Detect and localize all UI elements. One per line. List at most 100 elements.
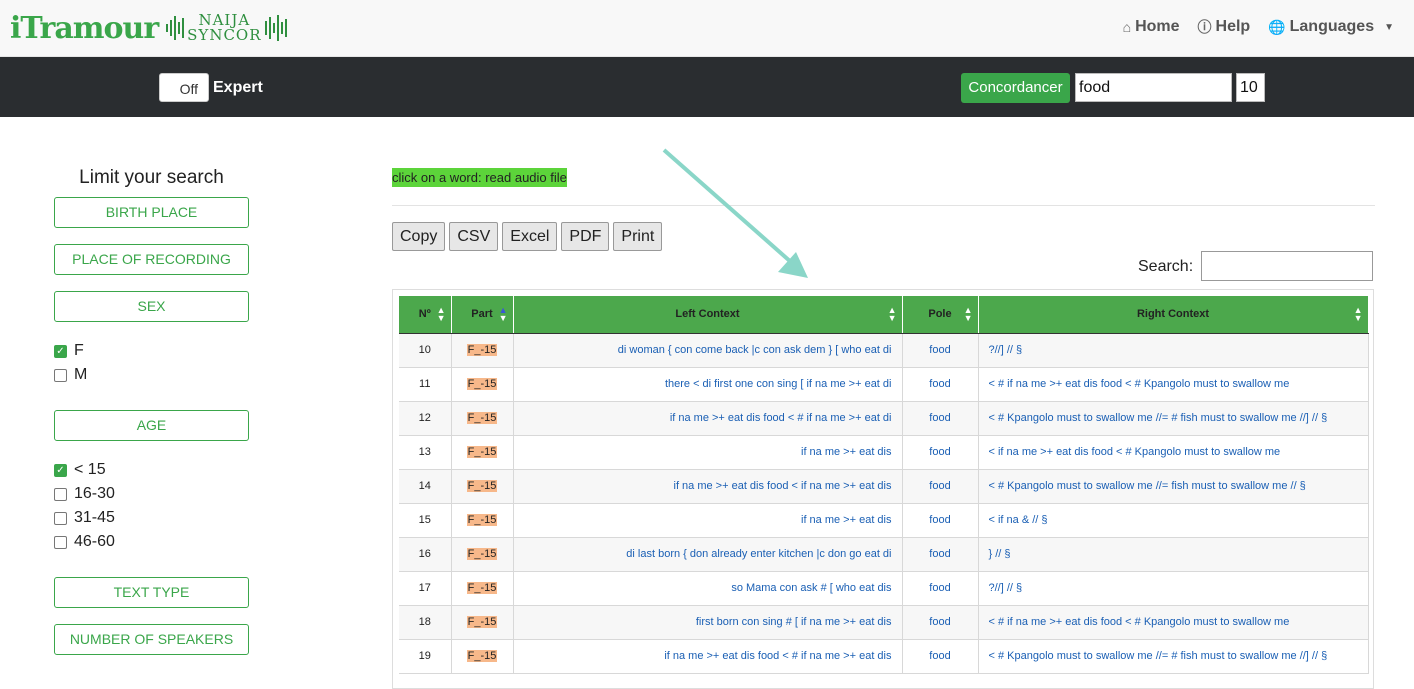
age-option-31-45[interactable]: 31-45 xyxy=(54,509,115,527)
column-header-number[interactable]: Nº ▲ ▼ xyxy=(399,296,452,334)
column-header-part[interactable]: Part ▲ ▼ xyxy=(451,296,514,334)
query-input[interactable]: food xyxy=(1075,73,1232,102)
sidebar-title: Limit your search xyxy=(79,167,224,188)
cell-left-context[interactable]: first born con sing # [ if na me >+ eat … xyxy=(513,605,903,640)
waveform-icon xyxy=(166,13,185,43)
checkbox-checked-icon[interactable]: ✓ xyxy=(54,463,67,477)
cell-left-context[interactable]: so Mama con ask # [ who eat dis xyxy=(513,571,903,606)
column-header-left-context[interactable]: Left Context ▲ ▼ xyxy=(513,296,903,334)
part-highlight[interactable]: F_-15 xyxy=(466,616,498,628)
age-option-lt15[interactable]: ✓ < 15 xyxy=(54,461,106,479)
pdf-button[interactable]: PDF xyxy=(561,222,610,251)
nav-home[interactable]: ⌂ Home xyxy=(1123,17,1180,37)
logo[interactable]: iTramour NAIJA SYNCOR xyxy=(10,8,287,48)
age-option-label: 31-45 xyxy=(74,509,115,526)
age-option-46-60[interactable]: 46-60 xyxy=(54,533,115,551)
cell-right-context[interactable]: < # Kpangolo must to swallow me //= # fi… xyxy=(978,639,1369,674)
part-highlight[interactable]: F_-15 xyxy=(466,412,498,424)
cell-part[interactable]: F_-15 xyxy=(451,333,514,368)
cell-left-context[interactable]: if na me >+ eat dis xyxy=(513,503,903,538)
part-highlight[interactable]: F_-15 xyxy=(466,514,498,526)
cell-pole[interactable]: food xyxy=(902,367,979,402)
cell-number: 11 xyxy=(399,367,452,402)
table-row: 17 F_-15 so Mama con ask # [ who eat dis fo… xyxy=(399,571,1369,606)
cell-pole[interactable]: food xyxy=(902,503,979,538)
part-highlight[interactable]: F_-15 xyxy=(466,548,498,560)
birth-place-button[interactable]: BIRTH PLACE xyxy=(54,197,249,228)
cell-right-context[interactable]: ?//] // § xyxy=(978,333,1369,368)
sex-option-m[interactable]: M xyxy=(54,366,87,384)
age-option-16-30[interactable]: 16-30 xyxy=(54,485,115,503)
limit-input[interactable]: 10 xyxy=(1236,73,1265,102)
cell-pole[interactable]: food xyxy=(902,435,979,470)
cell-left-context[interactable]: if na me >+ eat dis food < if na me >+ e… xyxy=(513,469,903,504)
cell-left-context[interactable]: there < di first one con sing [ if na me… xyxy=(513,367,903,402)
age-option-label: < 15 xyxy=(74,461,106,478)
cell-part[interactable]: F_-15 xyxy=(451,469,514,504)
sort-icon: ▲ ▼ xyxy=(963,305,973,323)
cell-part[interactable]: F_-15 xyxy=(451,605,514,640)
cell-part[interactable]: F_-15 xyxy=(451,639,514,674)
cell-right-context[interactable]: < if na & // § xyxy=(978,503,1369,538)
cell-right-context[interactable]: < if na me >+ eat dis food < # Kpangolo … xyxy=(978,435,1369,470)
table-row: 11 F_-15 there < di first one con sing [ i… xyxy=(399,367,1369,402)
part-highlight[interactable]: F_-15 xyxy=(466,582,498,594)
nav-help[interactable]: ⓘ Help xyxy=(1198,17,1251,37)
cell-pole[interactable]: food xyxy=(902,401,979,436)
cell-pole[interactable]: food xyxy=(902,333,979,368)
cell-left-context[interactable]: di woman { con come back |c con ask dem … xyxy=(513,333,903,368)
cell-left-context[interactable]: if na me >+ eat dis xyxy=(513,435,903,470)
cell-left-context[interactable]: if na me >+ eat dis food < # if na me >+… xyxy=(513,639,903,674)
cell-part[interactable]: F_-15 xyxy=(451,435,514,470)
part-highlight[interactable]: F_-15 xyxy=(466,446,498,458)
part-highlight[interactable]: F_-15 xyxy=(466,480,498,492)
cell-right-context[interactable]: < # if na me >+ eat dis food < # Kpangol… xyxy=(978,605,1369,640)
cell-pole[interactable]: food xyxy=(902,605,979,640)
print-button[interactable]: Print xyxy=(613,222,663,251)
expert-toggle[interactable]: Off xyxy=(159,73,209,102)
cell-part[interactable]: F_-15 xyxy=(451,503,514,538)
checkbox-icon[interactable] xyxy=(54,487,67,501)
excel-button[interactable]: Excel xyxy=(502,222,558,251)
part-highlight[interactable]: F_-15 xyxy=(466,344,498,356)
cell-right-context[interactable]: < # Kpangolo must to swallow me //= fish… xyxy=(978,469,1369,504)
sex-option-f[interactable]: ✓ F xyxy=(54,342,84,360)
part-highlight[interactable]: F_-15 xyxy=(466,378,498,390)
concordancer-button[interactable]: Concordancer xyxy=(961,73,1070,103)
cell-left-context[interactable]: di last born { don already enter kitchen… xyxy=(513,537,903,572)
sex-button[interactable]: SEX xyxy=(54,291,249,322)
cell-right-context[interactable]: < # Kpangolo must to swallow me //= # fi… xyxy=(978,401,1369,436)
nav-languages[interactable]: 🌐 Languages ▼ xyxy=(1268,17,1394,37)
column-header-pole[interactable]: Pole ▲ ▼ xyxy=(902,296,979,334)
place-of-recording-button[interactable]: PLACE OF RECORDING xyxy=(54,244,249,275)
table-search-input[interactable] xyxy=(1201,251,1373,281)
cell-pole[interactable]: food xyxy=(902,537,979,572)
cell-pole[interactable]: food xyxy=(902,469,979,504)
column-header-right-context[interactable]: Right Context ▲ ▼ xyxy=(978,296,1369,334)
checkbox-icon[interactable] xyxy=(54,368,67,382)
part-highlight[interactable]: F_-15 xyxy=(466,650,498,662)
cell-part[interactable]: F_-15 xyxy=(451,571,514,606)
csv-button[interactable]: CSV xyxy=(449,222,499,251)
concordance-table-wrapper: Nº ▲ ▼ Part ▲ ▼ Left Context ▲ ▼ Pole ▲ ▼ Ri… xyxy=(392,289,1374,689)
copy-button[interactable]: Copy xyxy=(392,222,446,251)
age-button[interactable]: AGE xyxy=(54,410,249,441)
naija-syncor-text: NAIJA SYNCOR xyxy=(187,13,261,43)
checkbox-icon[interactable] xyxy=(54,511,67,525)
cell-number: 14 xyxy=(399,469,452,504)
cell-pole[interactable]: food xyxy=(902,639,979,674)
table-row: 13 F_-15 if na me >+ eat dis food < if na me… xyxy=(399,435,1369,470)
cell-part[interactable]: F_-15 xyxy=(451,401,514,436)
cell-right-context[interactable]: } // § xyxy=(978,537,1369,572)
cell-right-context[interactable]: ?//] // § xyxy=(978,571,1369,606)
checkbox-icon[interactable] xyxy=(54,535,67,549)
annotation-arrow xyxy=(662,148,808,278)
cell-left-context[interactable]: if na me >+ eat dis food < # if na me >+… xyxy=(513,401,903,436)
cell-right-context[interactable]: < # if na me >+ eat dis food < # Kpangol… xyxy=(978,367,1369,402)
cell-part[interactable]: F_-15 xyxy=(451,537,514,572)
cell-part[interactable]: F_-15 xyxy=(451,367,514,402)
checkbox-checked-icon[interactable]: ✓ xyxy=(54,344,67,358)
cell-pole[interactable]: food xyxy=(902,571,979,606)
number-of-speakers-button[interactable]: NUMBER OF SPEAKERS xyxy=(54,624,249,655)
text-type-button[interactable]: TEXT TYPE xyxy=(54,577,249,608)
